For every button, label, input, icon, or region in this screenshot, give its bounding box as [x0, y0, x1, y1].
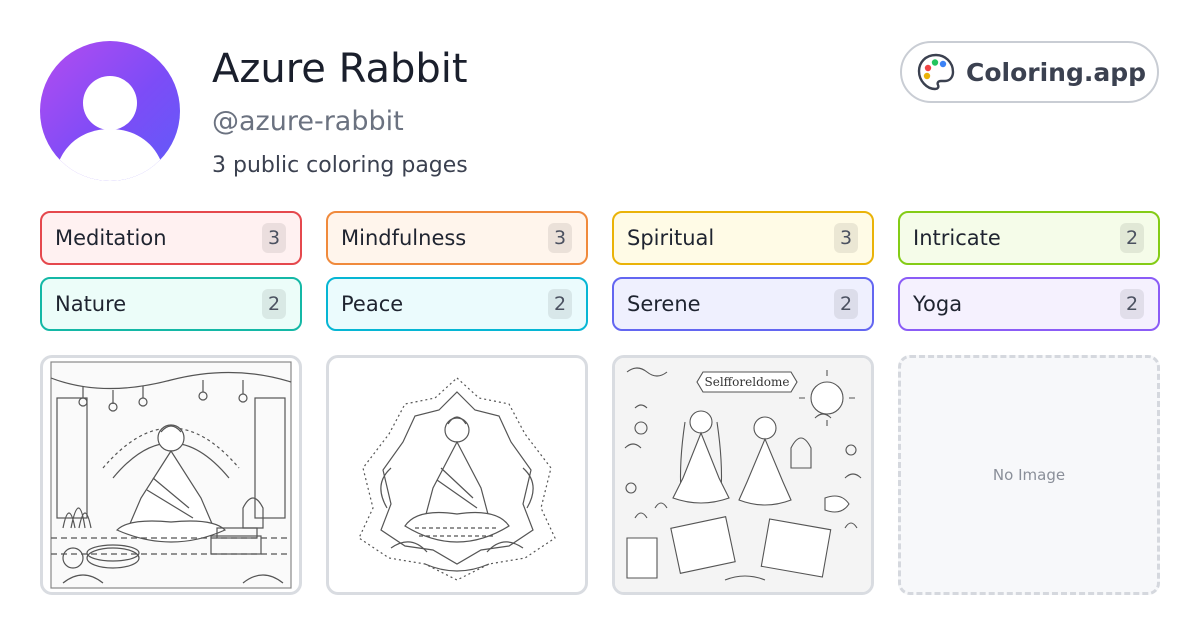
tag-peace[interactable]: Peace 2	[326, 277, 588, 331]
tag-count-badge: 2	[1120, 223, 1144, 253]
coloring-page-card[interactable]: Selfforeldome	[612, 355, 874, 595]
palette-icon	[916, 52, 956, 92]
avatar	[40, 41, 180, 181]
tag-label: Mindfulness	[341, 226, 467, 250]
tag-nature[interactable]: Nature 2	[40, 277, 302, 331]
tag-intricate[interactable]: Intricate 2	[898, 211, 1160, 265]
page-count: 3 public coloring pages	[212, 153, 468, 178]
tag-label: Serene	[627, 292, 701, 316]
meditating-woman-mandala-illustration	[358, 377, 556, 581]
profile-handle: @azure-rabbit	[212, 106, 404, 137]
coloring-page-grid: Selfforeldome No Image	[40, 355, 1160, 595]
profile-name: Azure Rabbit	[212, 46, 468, 92]
tag-count-badge: 3	[834, 223, 858, 253]
tag-label: Meditation	[55, 226, 167, 250]
brand-badge[interactable]: Coloring.app	[900, 41, 1159, 103]
meditating-woman-room-illustration	[50, 361, 292, 589]
tag-count-badge: 2	[1120, 289, 1144, 319]
tag-label: Spiritual	[627, 226, 715, 250]
coloring-page-card-empty[interactable]: No Image	[898, 355, 1160, 595]
no-image-label: No Image	[992, 466, 1066, 484]
banner-text: Selfforeldome	[705, 375, 790, 389]
brand-label: Coloring.app	[966, 57, 1147, 87]
tag-label: Intricate	[913, 226, 1001, 250]
tag-label: Peace	[341, 292, 404, 316]
tag-count-badge: 2	[548, 289, 572, 319]
tag-label: Nature	[55, 292, 127, 316]
tag-count-badge: 2	[834, 289, 858, 319]
coloring-page-card[interactable]	[40, 355, 302, 595]
coloring-page-card[interactable]	[326, 355, 588, 595]
user-silhouette-icon	[54, 76, 166, 181]
tag-mindfulness[interactable]: Mindfulness 3	[326, 211, 588, 265]
tag-count-badge: 3	[548, 223, 572, 253]
tag-count-badge: 3	[262, 223, 286, 253]
tag-spiritual[interactable]: Spiritual 3	[612, 211, 874, 265]
tag-meditation[interactable]: Meditation 3	[40, 211, 302, 265]
tag-label: Yoga	[913, 292, 963, 316]
tag-count-badge: 2	[262, 289, 286, 319]
meditating-couple-doodle-illustration: Selfforeldome	[615, 358, 871, 592]
tag-yoga[interactable]: Yoga 2	[898, 277, 1160, 331]
tag-serene[interactable]: Serene 2	[612, 277, 874, 331]
